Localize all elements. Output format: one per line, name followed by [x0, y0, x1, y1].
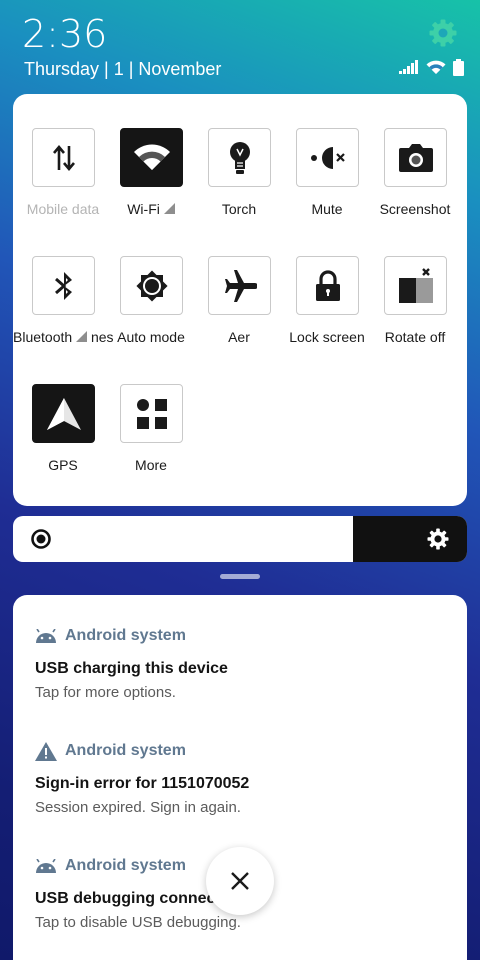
lock-icon	[315, 269, 340, 301]
tile-bluetooth-label-text: Bluetooth	[13, 329, 73, 345]
tile-mute[interactable]: Mute	[283, 128, 371, 238]
brightness-low-icon	[31, 529, 51, 549]
quick-settings-panel: Mobile data Wi-Fi Torch Mute Screenshot …	[13, 94, 467, 506]
tile-lock-screen-label: Lock screen	[289, 329, 365, 345]
mute-icon	[310, 146, 345, 169]
tile-airplane-label: Aer	[228, 329, 250, 345]
notification-body: Tap to disable USB debugging.	[35, 914, 241, 931]
tile-auto-mode[interactable]: Auto mode	[107, 256, 195, 366]
notification-header: Android system	[35, 740, 455, 762]
tile-torch-label: Torch	[221, 201, 257, 217]
status-icons	[399, 58, 464, 76]
tile-mobile-data-box[interactable]	[32, 128, 95, 187]
notification-app-name: Android system	[65, 627, 186, 644]
wifi-icon	[426, 60, 446, 74]
notification-sign-in-error[interactable]: Android system Sign-in error for 1151070…	[35, 740, 455, 816]
tile-airplane-box[interactable]	[208, 256, 271, 315]
tile-bluetooth-label: Bluetooth ness	[13, 329, 113, 345]
tile-more-label: More	[135, 457, 167, 473]
tile-mute-label: Mute	[311, 201, 343, 217]
bluetooth-icon	[54, 271, 72, 300]
clear-notifications-button[interactable]	[206, 847, 274, 915]
tile-mobile-data-label: Mobile data	[26, 201, 100, 217]
notification-usb-charging[interactable]: Android system USB charging this device …	[35, 625, 455, 701]
mobile-data-icon	[52, 144, 75, 171]
tile-rotate[interactable]: Rotate off	[371, 256, 459, 366]
warning-icon	[35, 741, 57, 761]
signal-icon	[399, 60, 418, 74]
tile-auto-mode-label-suffix: mode	[149, 329, 185, 345]
settings-button[interactable]	[428, 18, 458, 48]
notification-app-name: Android system	[65, 857, 186, 874]
tile-auto-mode-label-text: Auto	[117, 329, 146, 345]
tile-gps-label: GPS	[48, 457, 78, 473]
tile-screenshot-box[interactable]	[384, 128, 447, 187]
grid-icon	[136, 398, 167, 429]
drag-handle[interactable]	[220, 574, 260, 579]
notification-app-name: Android system	[65, 742, 186, 759]
tile-mobile-data[interactable]: Mobile data	[19, 128, 107, 238]
tile-rotate-label: Rotate off	[384, 329, 446, 345]
tile-screenshot-label: Screenshot	[379, 201, 451, 217]
tile-wifi[interactable]: Wi-Fi	[107, 128, 195, 238]
brightness-auto-icon	[427, 528, 449, 550]
tile-screenshot[interactable]: Screenshot	[371, 128, 459, 238]
tile-gps[interactable]: GPS	[19, 384, 107, 494]
tile-torch-box[interactable]	[208, 128, 271, 187]
wifi-icon	[133, 144, 170, 170]
tile-more[interactable]: More	[107, 384, 195, 494]
tile-wifi-box[interactable]	[120, 128, 183, 187]
tile-bluetooth-box[interactable]	[32, 256, 95, 315]
tile-mute-box[interactable]	[296, 128, 359, 187]
gps-icon	[46, 397, 81, 430]
signal-strength-icon	[163, 203, 175, 214]
close-icon	[231, 872, 249, 890]
signal-strength-icon	[76, 331, 88, 342]
tile-wifi-label-text: Wi-Fi	[127, 201, 160, 217]
tile-bluetooth[interactable]: Bluetooth ness	[13, 256, 113, 366]
date-label[interactable]: Thursday | 1 | November	[24, 59, 221, 80]
tile-auto-mode-box[interactable]	[120, 256, 183, 315]
brightness-track-dark[interactable]	[353, 516, 467, 562]
rotate-icon	[398, 267, 433, 303]
airplane-icon	[224, 269, 257, 302]
tile-wifi-label: Wi-Fi	[101, 201, 201, 217]
torch-icon	[229, 141, 250, 174]
tile-torch[interactable]: Torch	[195, 128, 283, 238]
tile-lock-screen-box[interactable]	[296, 256, 359, 315]
gear-icon	[429, 19, 457, 47]
notification-header: Android system	[35, 625, 455, 647]
tile-lock-screen[interactable]: Lock screen	[283, 256, 371, 366]
tile-auto-mode-label: Auto mode	[101, 329, 201, 345]
notification-title: Sign-in error for 1151070052	[35, 775, 250, 792]
notification-title: USB charging this device	[35, 660, 228, 677]
brightness-slider[interactable]	[13, 516, 467, 562]
tile-rotate-box[interactable]	[384, 256, 447, 315]
tile-gps-box[interactable]	[32, 384, 95, 443]
android-icon	[36, 629, 56, 643]
tile-more-box[interactable]	[120, 384, 183, 443]
brightness-icon	[135, 269, 168, 302]
notification-body: Tap for more options.	[35, 684, 176, 701]
notification-body: Session expired. Sign in again.	[35, 799, 241, 816]
camera-icon	[398, 143, 433, 172]
clock-time[interactable]: 2:36	[22, 12, 107, 56]
android-icon	[36, 859, 56, 873]
tile-airplane[interactable]: Aer	[195, 256, 283, 366]
battery-icon	[453, 58, 464, 76]
